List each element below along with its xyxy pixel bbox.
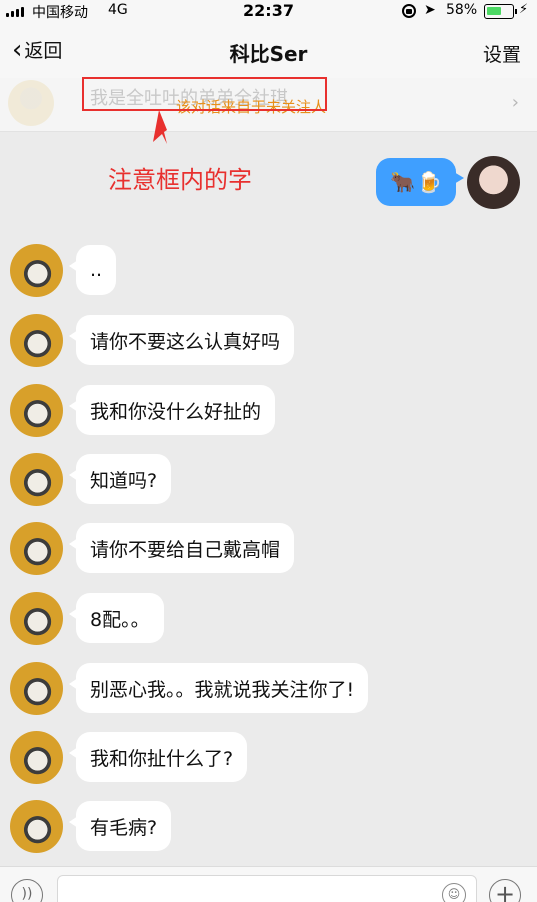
incoming-bubble[interactable]: 有毛病?	[68, 801, 172, 851]
contact-avatar[interactable]	[10, 800, 63, 853]
contact-avatar[interactable]	[10, 244, 63, 297]
incoming-message: ..	[0, 244, 537, 298]
rotation-lock-icon	[402, 4, 416, 18]
contact-avatar[interactable]	[10, 384, 63, 437]
contact-avatar[interactable]	[10, 522, 63, 575]
incoming-message: 请你不要这么认真好吗	[0, 314, 537, 368]
battery-icon	[484, 4, 517, 19]
incoming-bubble[interactable]: 我和你没什么好扯的	[68, 385, 276, 435]
incoming-message: 我和你扯什么了?	[0, 731, 537, 785]
contact-avatar[interactable]	[10, 314, 63, 367]
contact-avatar[interactable]	[10, 731, 63, 784]
contact-avatar[interactable]	[10, 592, 63, 645]
battery-fill	[487, 7, 501, 15]
input-bar: )) ☺ +	[0, 866, 537, 902]
highlight-box	[82, 77, 327, 111]
message-input[interactable]	[57, 875, 477, 902]
incoming-message: 有毛病?	[0, 800, 537, 854]
incoming-bubble[interactable]: ..	[68, 245, 117, 295]
incoming-message: 请你不要给自己戴高帽	[0, 522, 537, 576]
incoming-message: 别恶心我。。我就说我关注你了!	[0, 662, 537, 716]
location-icon: ➤	[424, 2, 436, 18]
contact-avatar[interactable]	[10, 453, 63, 506]
settings-button[interactable]: 设置	[483, 40, 521, 67]
annotation-text: 注意框内的字	[108, 166, 252, 194]
chat-screen: 中国移动 4G 22:37 ➤ 58% ⚡ ‹ 返回 科比Ser 设置 我是全吐…	[0, 0, 537, 902]
charging-icon: ⚡	[519, 2, 529, 17]
chevron-right-icon: ›	[511, 92, 519, 113]
incoming-message: 8配。。	[0, 592, 537, 646]
status-bar: 中国移动 4G 22:37 ➤ 58% ⚡	[0, 0, 537, 24]
incoming-message: 我和你没什么好扯的	[0, 384, 537, 438]
chat-title: 科比Ser	[229, 42, 308, 66]
incoming-bubble[interactable]: 8配。。	[69, 593, 164, 643]
emoji-icon[interactable]: ☺	[442, 883, 466, 902]
contact-avatar[interactable]	[10, 662, 63, 715]
incoming-bubble[interactable]: 我和你扯什么了?	[68, 732, 248, 782]
annotation-arrow-icon	[153, 110, 167, 144]
plus-icon[interactable]: +	[489, 879, 521, 902]
voice-icon[interactable]: ))	[11, 879, 43, 902]
my-avatar[interactable]	[467, 156, 520, 209]
beer-emoji: 🍺	[417, 170, 442, 194]
nav-bar: ‹ 返回 科比Ser 设置	[0, 24, 537, 78]
ox-emoji: 🐂	[390, 170, 415, 194]
battery-percent: 58%	[446, 2, 478, 18]
incoming-message: 知道吗?	[0, 453, 537, 507]
incoming-bubble[interactable]: 别恶心我。。我就说我关注你了!	[68, 663, 369, 713]
incoming-bubble[interactable]: 请你不要给自己戴高帽	[68, 523, 295, 573]
outgoing-bubble[interactable]: 🐂 🍺	[376, 158, 464, 206]
incoming-bubble[interactable]: 知道吗?	[68, 454, 172, 504]
notice-avatar	[8, 80, 54, 126]
incoming-bubble[interactable]: 请你不要这么认真好吗	[68, 315, 295, 365]
